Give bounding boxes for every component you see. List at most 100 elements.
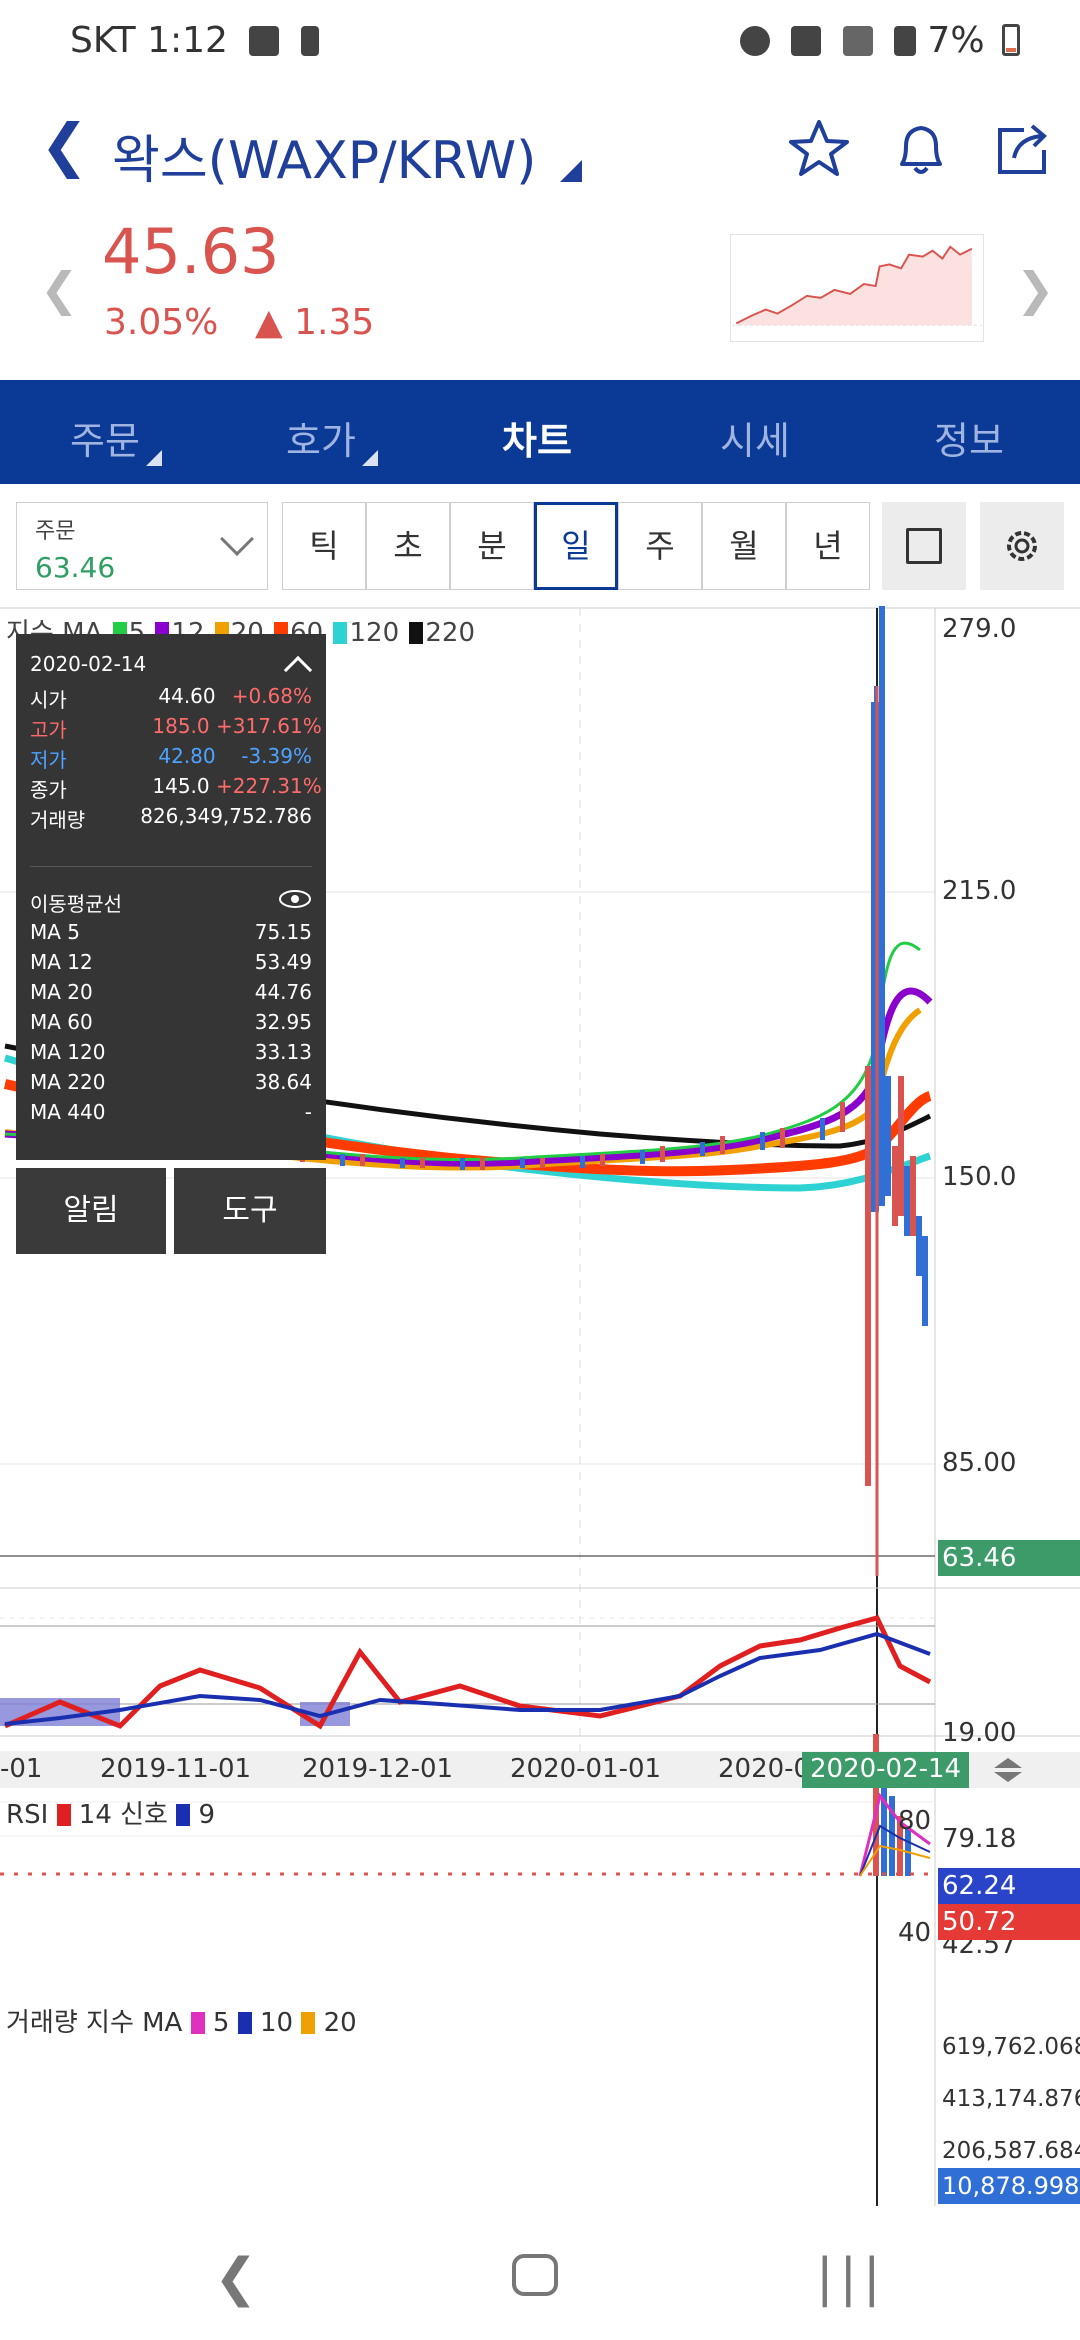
system-nav-bar: ❮ |||	[0, 2206, 1080, 2340]
order-price-value: 63.46	[35, 551, 116, 584]
date-label: 2020-01-01	[510, 1754, 662, 1784]
battery-text: 7%	[927, 20, 985, 61]
change-percent: 3.05%	[104, 302, 219, 343]
price-axis-label: 85.00	[942, 1448, 1017, 1478]
eye-icon[interactable]	[278, 888, 312, 910]
ma-row-label: MA 20	[30, 980, 93, 1004]
price-axis-label: 19.00	[942, 1718, 1017, 1748]
ma-row-value: 53.49	[254, 950, 312, 974]
low-value: 42.80	[158, 744, 216, 768]
nav-home-icon[interactable]	[512, 2254, 558, 2296]
rsi-signal-line	[4, 1631, 931, 1726]
rsi-label: RSI	[6, 1800, 49, 1830]
prev-coin-icon[interactable]: ❮	[40, 262, 79, 316]
ma-row-label: MA 120	[30, 1040, 106, 1064]
carrier-text: SKT	[70, 20, 136, 61]
ma-row-label: MA 5	[30, 920, 81, 944]
bell-icon[interactable]	[888, 116, 954, 182]
volume-label: 거래량	[30, 808, 86, 832]
chevron-down-icon	[220, 522, 254, 556]
rsi-signal-label: 신호	[120, 1800, 168, 1830]
rsi-upper-label: 80	[898, 1806, 932, 1836]
rsi-legend: RSI 14 신호 9	[6, 1794, 215, 1831]
fullscreen-button[interactable]	[882, 502, 966, 590]
tab-orderbook-dropdown-icon	[362, 450, 378, 466]
signal-icon	[893, 26, 916, 56]
period-week[interactable]: 주	[618, 502, 702, 590]
main-tabs: 주문 호가 차트 시세 정보	[0, 380, 1080, 484]
tab-info[interactable]: 정보	[934, 410, 1004, 465]
volume-value: 826,349,752.786	[140, 804, 312, 828]
close-label: 종가	[30, 778, 67, 802]
title-dropdown-icon[interactable]	[560, 160, 582, 182]
open-change: +0.68%	[231, 684, 312, 708]
volume-axis-label: 413,174.876	[942, 2086, 1080, 2112]
tool-button[interactable]: 도구	[174, 1168, 326, 1254]
time-text: 1:12	[147, 20, 228, 61]
ohlc-info-panel: 2020-02-14 시가 44.60 +0.68% 고가 185.0 +317.6…	[16, 634, 326, 1160]
rsi-line	[4, 1615, 932, 1730]
ma-row-value: 33.13	[254, 1040, 312, 1064]
period-month[interactable]: 월	[702, 502, 786, 590]
period-second[interactable]: 초	[366, 502, 450, 590]
volume-axis-label: 619,762.068	[942, 2034, 1080, 2060]
battery-icon	[1002, 24, 1020, 56]
period-year[interactable]: 년	[786, 502, 870, 590]
settings-button[interactable]	[980, 502, 1064, 590]
change-absolute: ▲ 1.35	[255, 302, 375, 343]
ma-row-value: 32.95	[254, 1010, 312, 1034]
close-value: 145.0	[152, 774, 210, 798]
star-icon[interactable]	[786, 116, 852, 182]
rsi-axis-label: 79.18	[942, 1824, 1017, 1854]
resize-handle-icon[interactable]	[990, 1756, 1026, 1784]
date-label: -01	[0, 1754, 43, 1784]
period-tick[interactable]: 틱	[282, 502, 366, 590]
alert-notification-icon	[300, 26, 319, 56]
period-minute[interactable]: 분	[450, 502, 534, 590]
ma-section-title: 이동평균선	[30, 892, 122, 916]
candles	[865, 606, 928, 1576]
collapse-icon[interactable]	[283, 655, 313, 685]
gallery-icon	[249, 26, 280, 56]
volume-legend: 거래량 지수 MA 5 10 20	[6, 2002, 357, 2039]
high-value: 185.0	[152, 714, 210, 738]
tab-orderbook[interactable]: 호가	[286, 410, 356, 465]
order-price-select[interactable]: 주문 63.46	[16, 502, 268, 590]
ohlc-date: 2020-02-14	[30, 652, 147, 676]
alarm-icon	[739, 26, 770, 56]
close-change: +227.31%	[216, 774, 322, 798]
status-bar: SKT 1:12 7%	[0, 0, 1080, 84]
date-label: 2019-12-01	[302, 1754, 454, 1784]
tab-chart[interactable]: 차트	[502, 410, 572, 465]
rsi-signal-tag: 62.24	[938, 1868, 1080, 1904]
rsi-signal-period: 9	[198, 1800, 216, 1830]
high-label: 고가	[30, 718, 67, 742]
ma-row-label: MA 60	[30, 1010, 93, 1034]
price-axis-label: 215.0	[942, 876, 1017, 906]
period-day[interactable]: 일	[534, 502, 618, 590]
order-price-label: 주문	[35, 519, 76, 544]
page-title[interactable]: 왁스(WAXP/KRW)	[112, 118, 536, 193]
open-label: 시가	[30, 688, 67, 712]
alert-button[interactable]: 알림	[16, 1168, 166, 1254]
share-icon[interactable]	[990, 116, 1056, 182]
ma-legend-item: 220	[425, 618, 476, 648]
square-icon	[906, 528, 942, 564]
open-value: 44.60	[158, 684, 216, 708]
nav-back-icon[interactable]: ❮	[214, 2248, 258, 2308]
volume-axis-label: 206,587.684	[942, 2138, 1080, 2164]
tab-order[interactable]: 주문	[70, 410, 140, 465]
sparkline-chart[interactable]	[730, 234, 984, 342]
ma-row-label: MA 440	[30, 1100, 106, 1124]
back-icon[interactable]: ❮	[40, 116, 89, 174]
status-right: 7%	[730, 20, 1020, 61]
nav-recents-icon[interactable]: |||	[816, 2248, 887, 2308]
tab-market[interactable]: 시세	[720, 410, 790, 465]
price-axis-label: 150.0	[942, 1162, 1017, 1192]
volume-legend-label: 거래량 지수 MA	[6, 2008, 183, 2038]
current-price-tag: 63.46	[938, 1540, 1080, 1576]
next-coin-icon[interactable]: ❯	[1016, 262, 1055, 316]
wifi-icon	[842, 26, 873, 56]
volume-ma-item: 10	[259, 2008, 294, 2038]
date-label: 2019-11-01	[100, 1754, 252, 1784]
